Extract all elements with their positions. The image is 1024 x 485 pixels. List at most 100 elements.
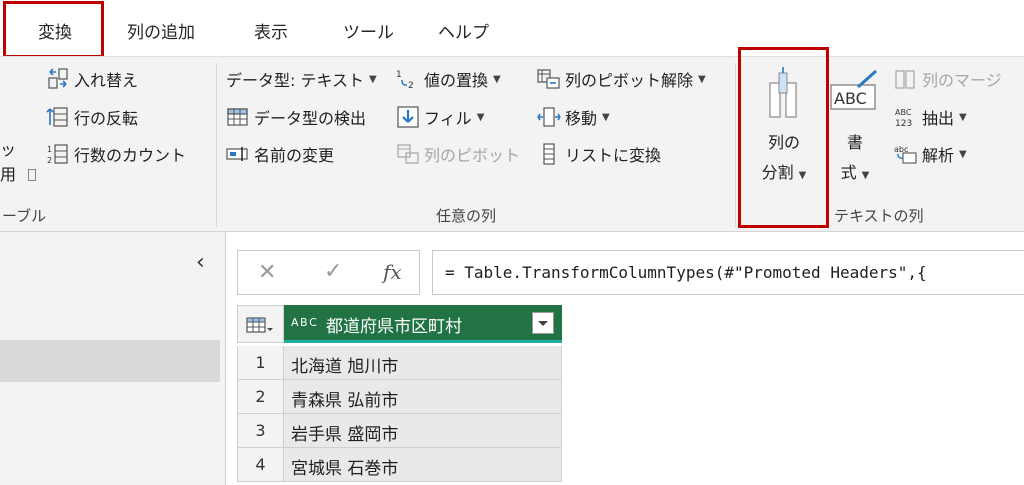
swap-label: 入れ替え: [74, 71, 139, 90]
parse-button[interactable]: abc 解析 ▼: [894, 142, 967, 166]
move-button[interactable]: 移動 ▼: [537, 105, 610, 129]
rename-label: 名前の変更: [254, 146, 335, 165]
row-number: 4: [237, 448, 284, 482]
chevron-down-icon: [538, 321, 548, 326]
move-icon: [537, 106, 561, 128]
collapse-pane-icon[interactable]: ‹: [196, 250, 205, 275]
confirm-icon[interactable]: ✓: [324, 259, 342, 284]
table-menu-button[interactable]: [237, 305, 284, 343]
table-cell[interactable]: 岩手県 盛岡市: [284, 414, 562, 448]
format-button[interactable]: ABC 書 式 ▼: [828, 65, 882, 183]
tab-add-column[interactable]: 列の追加: [127, 18, 195, 43]
chevron-down-icon: ▼: [698, 73, 706, 85]
data-type-label: データ型: テキスト: [226, 71, 364, 90]
pivot-icon: [396, 143, 420, 165]
replace-values-button[interactable]: 1 2 値の置換 ▼: [396, 67, 501, 91]
ribbon: ッ 用 入れ替え 行の反転 1 2 行数のカウント ーブル データ型: テキスト…: [0, 56, 1024, 232]
group-separator: [735, 63, 736, 227]
filter-dropdown-button[interactable]: [532, 312, 554, 334]
chevron-down-icon: ▼: [369, 73, 377, 85]
svg-text:1: 1: [396, 70, 402, 80]
svg-text:ABC: ABC: [895, 108, 912, 117]
to-list-button[interactable]: リストに変換: [537, 142, 661, 166]
cancel-icon[interactable]: ✕: [258, 260, 276, 285]
table-cell[interactable]: 宮城県 石巻市: [284, 448, 562, 482]
chevron-down-icon: ▼: [476, 111, 485, 123]
fx-icon[interactable]: fx: [383, 260, 402, 284]
detect-type-label: データ型の検出: [254, 109, 367, 128]
transform-tab-highlight: [3, 1, 104, 58]
list-icon: [537, 143, 561, 165]
fill-down-icon: [396, 106, 420, 128]
row-number: 1: [237, 346, 284, 380]
column-header-label: 都道府県市区町村: [326, 317, 462, 337]
to-list-label: リストに変換: [565, 146, 662, 165]
detect-type-button[interactable]: データ型の検出: [226, 105, 366, 129]
chevron-down-icon: ▼: [602, 111, 610, 123]
text-column-group-label: テキストの列: [834, 207, 924, 225]
partial-button-line1[interactable]: ッ: [0, 136, 16, 160]
format-label-1: 書: [846, 133, 863, 152]
group-separator: [216, 63, 217, 227]
parse-label: 解析: [922, 146, 955, 165]
split-column-highlight: [738, 47, 829, 228]
format-text-icon: ABC: [828, 65, 882, 125]
merge-columns-icon: [894, 68, 918, 90]
svg-text:2: 2: [47, 156, 52, 165]
row-number: 3: [237, 414, 284, 448]
pivot-label: 列のピボット: [424, 146, 521, 165]
selected-query[interactable]: [0, 340, 220, 382]
fill-label: フィル: [424, 109, 472, 128]
format-label-2: 式 ▼: [840, 163, 870, 182]
chevron-down-icon: ▼: [493, 73, 501, 85]
table-icon: [246, 317, 274, 337]
count-rows-button[interactable]: 1 2 行数のカウント: [46, 142, 186, 166]
fill-button[interactable]: フィル ▼: [396, 105, 484, 129]
swap-button[interactable]: 入れ替え: [46, 67, 138, 91]
table-cell[interactable]: 北海道 旭川市: [284, 346, 562, 380]
extract-icon: ABC 123: [894, 106, 918, 129]
count-rows-label: 行数のカウント: [74, 146, 187, 165]
unpivot-label: 列のピボット解除: [565, 71, 694, 90]
svg-text:123: 123: [895, 119, 912, 128]
extract-button[interactable]: ABC 123 抽出 ▼: [894, 105, 967, 129]
chevron-down-icon: ▼: [959, 111, 967, 123]
formula-controls: ✕ ✓ fx: [237, 250, 420, 295]
table-cell[interactable]: 青森県 弘前市: [284, 380, 562, 414]
replace-values-label: 値の置換: [424, 71, 489, 90]
ribbon-tabs: 変換 列の追加 表示 ツール ヘルプ: [0, 0, 1024, 58]
partial-button-line2[interactable]: 用: [0, 161, 16, 185]
pivot-button[interactable]: 列のピボット: [396, 142, 520, 166]
svg-text:2: 2: [408, 81, 414, 90]
reverse-rows-icon: [46, 106, 70, 128]
extract-label: 抽出: [922, 109, 955, 128]
replace-values-icon: 1 2: [396, 68, 420, 91]
text-type-icon[interactable]: A B C: [291, 316, 317, 329]
unpivot-icon: [537, 68, 561, 90]
merge-columns-label: 列のマージ: [922, 71, 1002, 90]
swap-icon: [46, 68, 70, 90]
merge-columns-button[interactable]: 列のマージ: [894, 67, 1002, 91]
row-number: 2: [237, 380, 284, 414]
table-group-label: ーブル: [2, 207, 47, 225]
svg-text:ABC: ABC: [834, 89, 867, 108]
chevron-down-icon: ▼: [861, 170, 870, 181]
formula-input[interactable]: = Table.TransformColumnTypes(#"Promoted …: [432, 250, 1024, 295]
reverse-rows-button[interactable]: 行の反転: [46, 105, 138, 129]
rename-icon: [226, 143, 250, 165]
rename-button[interactable]: 名前の変更: [226, 142, 334, 166]
svg-text:1: 1: [47, 145, 52, 154]
reverse-rows-label: 行の反転: [74, 109, 139, 128]
count-rows-icon: 1 2: [46, 143, 70, 165]
data-type-dropdown[interactable]: データ型: テキスト ▼: [226, 67, 377, 91]
tab-help[interactable]: ヘルプ: [438, 18, 489, 43]
tab-view[interactable]: 表示: [254, 18, 288, 43]
chevron-down-icon: ▼: [959, 148, 967, 160]
move-label: 移動: [565, 109, 598, 128]
parse-icon: abc: [894, 143, 918, 165]
detect-type-icon: [226, 106, 250, 128]
tab-tools[interactable]: ツール: [343, 18, 394, 43]
unpivot-button[interactable]: 列のピボット解除 ▼: [537, 67, 706, 91]
column-header[interactable]: A B C 都道府県市区町村: [284, 305, 562, 343]
partial-button-icon: [28, 169, 36, 181]
